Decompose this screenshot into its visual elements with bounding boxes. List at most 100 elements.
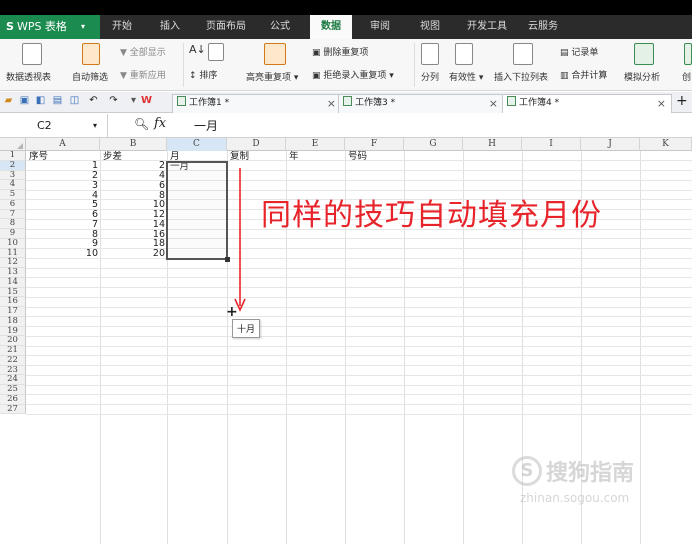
reapply-button[interactable]: ▼ 重新应用 (120, 68, 166, 81)
cell-a7[interactable]: 6 (26, 210, 100, 220)
cell-e1[interactable]: 年 (289, 152, 299, 162)
tab-view[interactable]: 视图 (412, 15, 448, 39)
formula-input[interactable]: 一月 (194, 117, 218, 134)
column-header-k[interactable]: K (640, 138, 692, 151)
autofilter-button[interactable]: 自动筛选 (72, 70, 108, 83)
customize-icon[interactable]: ▾ (128, 95, 139, 107)
tab-review[interactable]: 审阅 (362, 15, 398, 39)
undo-icon[interactable]: ↶ (88, 95, 99, 107)
cell-a9[interactable]: 8 (26, 229, 100, 240)
consolidate-icon: ▥ (560, 71, 572, 81)
cell-a3[interactable]: 2 (26, 171, 100, 181)
tab-cloud[interactable]: 云服务 (522, 15, 564, 39)
column-header-j[interactable]: J (581, 138, 640, 151)
chevron-down-icon[interactable]: ▾ (93, 114, 97, 137)
what-if-analysis-button[interactable]: 模拟分析 (624, 70, 660, 83)
show-all-button[interactable]: ▼ 全部显示 (120, 45, 166, 58)
tab-data[interactable]: 数据 (310, 15, 352, 39)
delete-duplicates-label: 删除重复项 (323, 48, 369, 58)
app-menu-label: WPS 表格 (16, 20, 67, 33)
sogou-logo-icon: S (512, 456, 542, 486)
print-icon[interactable]: ▤ (52, 95, 63, 107)
tab-formulas[interactable]: 公式 (262, 15, 298, 39)
cell-a5[interactable]: 4 (26, 190, 100, 201)
name-box[interactable]: C2 ▾ (0, 114, 108, 137)
consolidate-button[interactable]: ▥ 合并计算 (560, 68, 607, 81)
close-icon[interactable]: × (657, 95, 666, 112)
app-menu-button[interactable]: S WPS 表格 ▾ (0, 15, 100, 39)
tab-developer[interactable]: 开发工具 (460, 15, 514, 39)
cell-b4[interactable]: 6 (100, 180, 167, 191)
print-preview-icon[interactable]: ◫ (69, 95, 80, 107)
cell-a2[interactable]: 1 (26, 161, 100, 171)
red-arrow (234, 168, 246, 312)
column-header-i[interactable]: I (522, 138, 581, 151)
delete-duplicates-button[interactable]: ▣ 删除重复项 (312, 45, 368, 58)
wps-w-icon[interactable]: W (141, 95, 152, 107)
tab-page-layout[interactable]: 页面布局 (200, 15, 252, 39)
cell-a1[interactable]: 序号 (29, 152, 48, 162)
create-button[interactable]: 创 (682, 70, 691, 83)
dropdown-list-icon (513, 43, 533, 65)
close-icon[interactable]: × (489, 95, 498, 112)
doc-tab-3[interactable]: 工作簿3 * × (338, 94, 504, 113)
record-form-button[interactable]: ▤ 记录单 (560, 45, 598, 58)
column-header-f[interactable]: F (345, 138, 404, 151)
cell-b3[interactable]: 4 (100, 171, 167, 181)
what-if-icon (634, 43, 654, 65)
sort-button[interactable]: ↕ 排序 (189, 68, 217, 81)
doc-tab-label: 工作簿4 * (519, 98, 560, 108)
column-header-c[interactable]: C (167, 138, 227, 151)
cell-a8[interactable]: 7 (26, 219, 100, 230)
column-header-d[interactable]: D (227, 138, 286, 151)
divider (414, 43, 415, 87)
new-tab-icon[interactable]: + (676, 94, 688, 108)
insert-dropdown-button[interactable]: 插入下拉列表 (494, 70, 548, 83)
show-all-label: 全部显示 (129, 48, 166, 58)
fill-handle[interactable] (225, 257, 230, 262)
zoom-icon[interactable]: 🔍︎ (134, 117, 149, 131)
pivot-table-icon (22, 43, 42, 65)
column-header-a[interactable]: A (26, 138, 100, 151)
sort-ascending-icon[interactable]: A↓ (189, 43, 206, 56)
doc-tab-1[interactable]: 工作簿1 * × (172, 94, 342, 113)
cell-a11[interactable]: 10 (26, 249, 100, 259)
cell-f1[interactable]: 号码 (348, 152, 367, 162)
funnel-icon: ▼ (120, 48, 130, 58)
annotation-text: 同样的技巧自动填充月份 (261, 198, 602, 233)
cell-b2[interactable]: 2 (100, 161, 167, 171)
column-header-h[interactable]: H (463, 138, 522, 151)
split-columns-button[interactable]: 分列 (421, 70, 439, 83)
cell-d1[interactable]: 复制 (230, 152, 249, 162)
row-header-27[interactable]: 27 (0, 404, 26, 415)
highlight-duplicates-icon (264, 43, 286, 65)
reject-duplicates-button[interactable]: ▣ 拒绝录入重复项 ▾ (312, 68, 394, 81)
row-gridline (26, 326, 692, 327)
tab-home[interactable]: 开始 (104, 15, 140, 39)
fx-icon[interactable]: fx (154, 116, 166, 131)
column-header-b[interactable]: B (100, 138, 167, 151)
select-all-corner[interactable] (0, 138, 26, 151)
tab-insert[interactable]: 插入 (152, 15, 188, 39)
redo-icon[interactable]: ↷ (108, 95, 119, 107)
open-folder-icon[interactable]: ▰ (3, 95, 14, 107)
cell-a6[interactable]: 5 (26, 200, 100, 210)
pivot-table-button[interactable]: 数据透视表 (6, 70, 51, 83)
column-header-g[interactable]: G (404, 138, 463, 151)
close-icon[interactable]: × (327, 95, 336, 112)
doc-tab-4[interactable]: 工作簿4 * × (502, 94, 672, 113)
highlight-duplicates-button[interactable]: 高亮重复项 ▾ (246, 70, 298, 83)
cell-a4[interactable]: 3 (26, 180, 100, 191)
selection-range[interactable] (166, 161, 228, 260)
validity-button[interactable]: 有效性 ▾ (449, 70, 483, 83)
sort-descending-icon[interactable] (208, 43, 224, 61)
column-header: A B C D E F G H I J K (0, 138, 692, 151)
doc-tab-label: 工作簿1 * (189, 98, 230, 108)
save-as-icon[interactable]: ◧ (35, 95, 46, 107)
cell-b1[interactable]: 步差 (103, 152, 122, 162)
save-icon[interactable]: ▣ (19, 95, 30, 107)
row-gridline (26, 384, 692, 386)
cell-b11[interactable]: 20 (100, 249, 167, 259)
column-header-e[interactable]: E (286, 138, 345, 151)
create-icon (684, 43, 692, 65)
